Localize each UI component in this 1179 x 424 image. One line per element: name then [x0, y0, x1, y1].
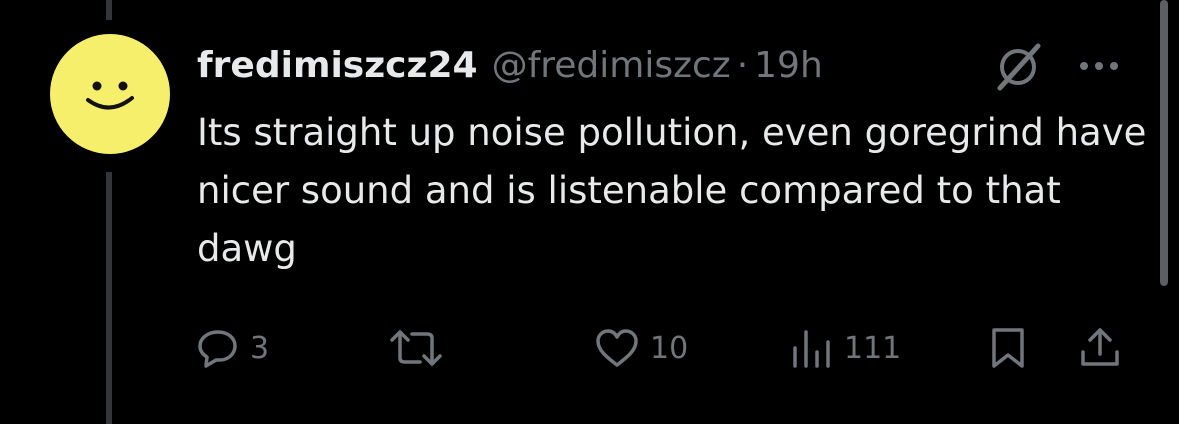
bookmark-icon [992, 328, 1024, 368]
reply-button[interactable]: 3 [196, 320, 269, 376]
share-icon [1081, 328, 1119, 366]
views-count: 111 [844, 330, 902, 366]
tweet-header: fredimiszcz24 @fredimiszcz · 19h [197, 40, 823, 90]
retweet-icon [390, 330, 442, 366]
more-icon[interactable] [1074, 56, 1124, 76]
like-count: 10 [650, 330, 689, 366]
share-button[interactable] [1078, 320, 1122, 376]
avatar[interactable] [50, 34, 170, 154]
user-handle[interactable]: @fredimiszcz [492, 45, 731, 86]
thread-line-top [106, 0, 112, 20]
views-button[interactable]: 111 [790, 320, 901, 376]
thread-line-bottom [106, 172, 112, 424]
timestamp[interactable]: 19h [754, 45, 823, 86]
reply-count: 3 [250, 330, 270, 366]
retweet-button[interactable] [386, 320, 456, 376]
separator-dot: · [736, 44, 749, 86]
heart-icon [596, 329, 638, 367]
action-bar: 3 10 111 [0, 320, 1179, 376]
scrollbar[interactable] [1160, 0, 1168, 286]
tweet-text: Its straight up noise pollution, even go… [197, 111, 1147, 270]
smiley-face-icon [86, 81, 134, 110]
grok-icon[interactable] [990, 42, 1046, 92]
like-button[interactable]: 10 [594, 320, 688, 376]
bookmark-button[interactable] [988, 320, 1028, 376]
reply-icon [198, 330, 237, 368]
views-icon [793, 330, 830, 368]
display-name[interactable]: fredimiszcz24 [197, 45, 478, 86]
